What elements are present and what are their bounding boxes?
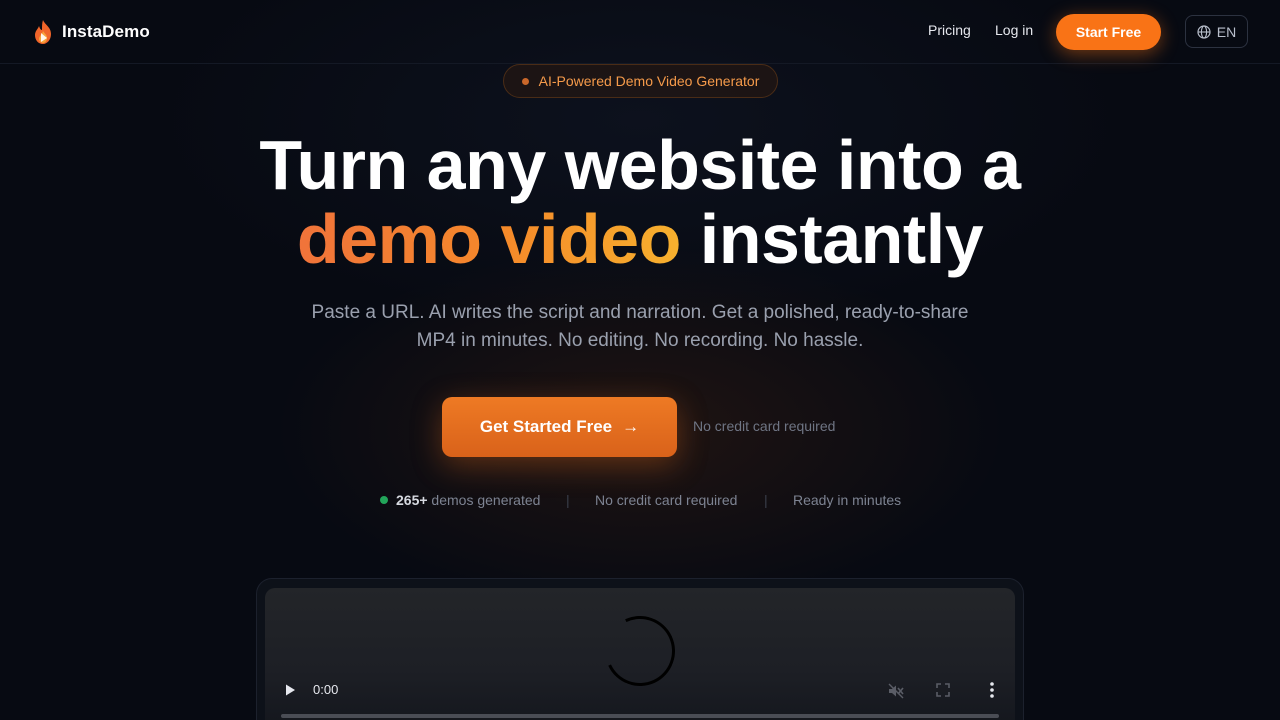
mute-icon[interactable] — [887, 682, 905, 700]
stat-separator: | — [764, 492, 768, 508]
more-options-icon[interactable] — [985, 681, 999, 699]
hero-title-line-1: Turn any website into a — [259, 126, 1021, 204]
demos-count: 265+ — [396, 492, 428, 508]
brand-name: InstaDemo — [62, 22, 150, 41]
hero-title: Turn any website into a demo video insta… — [0, 128, 1280, 276]
nav-pricing-link[interactable]: Pricing — [928, 22, 971, 38]
badge-label: AI-Powered Demo Video Generator — [538, 73, 760, 89]
video-time: 0:00 — [313, 682, 339, 697]
demo-video-player[interactable]: 0:00 — [265, 588, 1015, 720]
arrow-right-icon: → — [622, 417, 640, 436]
hero-title-highlight: demo video — [296, 200, 681, 278]
stat-ready: Ready in minutes — [793, 492, 902, 508]
cta-note: No credit card required — [693, 418, 836, 434]
nav-login-link[interactable]: Log in — [995, 22, 1033, 38]
top-navbar: InstaDemo Pricing Log in Start Free EN — [0, 0, 1280, 64]
get-started-label: Get Started Free — [479, 417, 613, 436]
play-icon[interactable] — [283, 683, 297, 697]
hero-badge: AI-Powered Demo Video Generator — [503, 64, 778, 98]
hero-subtitle: Paste a URL. AI writes the script and na… — [311, 302, 969, 351]
fullscreen-icon[interactable] — [935, 682, 951, 698]
language-switcher[interactable]: EN — [1185, 15, 1248, 48]
globe-icon — [1197, 24, 1211, 39]
demos-label: demos generated — [427, 492, 541, 508]
get-started-button[interactable]: Get Started Free → — [442, 397, 677, 457]
stat-no-credit-card: No credit card required — [595, 492, 738, 508]
flame-logo-icon — [35, 20, 51, 44]
stats-bar: 265+ demos generated | No credit card re… — [0, 492, 1280, 512]
hero-title-line-2: demo video instantly — [0, 202, 1280, 276]
language-label: EN — [1216, 23, 1237, 40]
badge-dot-icon — [521, 77, 529, 85]
live-status-icon — [380, 496, 388, 504]
hero-title-rest: instantly — [680, 200, 984, 278]
video-progress-bar[interactable] — [281, 714, 999, 718]
stat-demos: 265+ demos generated — [380, 492, 540, 508]
brand-logo[interactable]: InstaDemo — [32, 18, 150, 46]
start-free-button[interactable]: Start Free — [1056, 14, 1161, 50]
video-controls: 0:00 — [265, 676, 1015, 706]
stat-separator: | — [566, 492, 570, 508]
